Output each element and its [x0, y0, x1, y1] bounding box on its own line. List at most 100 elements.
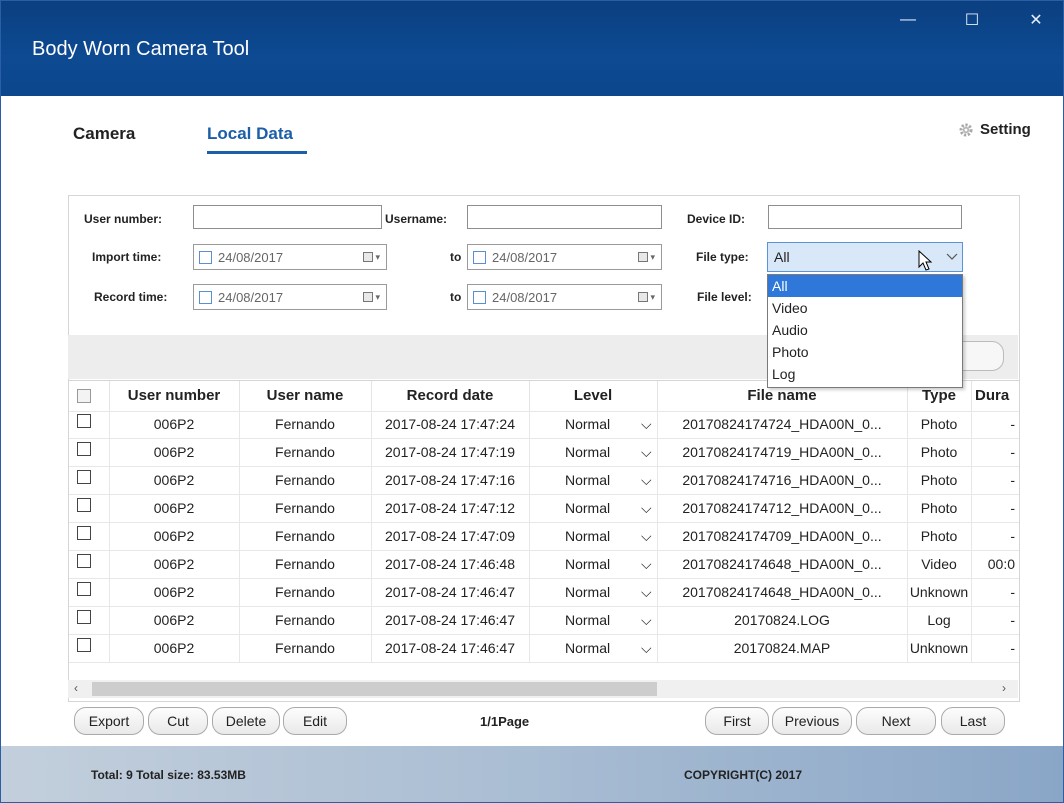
cell-date: 2017-08-24 17:46:47: [371, 579, 530, 606]
first-page-button[interactable]: First: [705, 707, 769, 735]
cell-dur: -: [1010, 612, 1015, 628]
tab-local-data[interactable]: Local Data: [207, 124, 293, 144]
scroll-left-icon[interactable]: ‹: [74, 681, 78, 695]
chevron-down-icon[interactable]: ⌵: [641, 551, 652, 578]
table-row[interactable]: 006P2 Fernando 2017-08-24 17:46:47 Normal ⌵ 2…: [69, 635, 1019, 663]
username-input[interactable]: [467, 205, 662, 229]
level-select[interactable]: Normal ⌵: [529, 411, 658, 438]
row-checkbox[interactable]: [77, 526, 91, 540]
calendar-icon[interactable]: ▾: [638, 292, 655, 303]
calendar-icon[interactable]: ▾: [638, 252, 655, 263]
col-duration[interactable]: Dura: [971, 381, 1019, 411]
tab-camera[interactable]: Camera: [73, 124, 135, 144]
scroll-right-icon[interactable]: ›: [1002, 681, 1006, 695]
calendar-icon[interactable]: ▾: [363, 252, 380, 263]
cell-date: 2017-08-24 17:46:47: [371, 635, 530, 662]
row-select-cell: [69, 635, 110, 662]
delete-button[interactable]: Delete: [212, 707, 280, 735]
record-to-checkbox[interactable]: [473, 290, 486, 304]
cell-dur: -: [1010, 416, 1015, 432]
file-type-option-video[interactable]: Video: [768, 297, 962, 319]
calendar-icon[interactable]: ▾: [363, 292, 380, 303]
level-select[interactable]: Normal ⌵: [529, 467, 658, 494]
file-type-option-audio[interactable]: Audio: [768, 319, 962, 341]
record-from-checkbox[interactable]: [199, 290, 212, 304]
file-type-option-photo[interactable]: Photo: [768, 341, 962, 363]
import-to-date[interactable]: 24/08/2017 ▾: [467, 244, 662, 270]
level-select[interactable]: Normal ⌵: [529, 607, 658, 634]
select-all-checkbox[interactable]: [77, 389, 91, 403]
row-checkbox[interactable]: [77, 554, 91, 568]
maximize-button[interactable]: ☐: [946, 0, 998, 40]
chevron-down-icon[interactable]: ⌵: [641, 635, 652, 662]
file-type-option-all[interactable]: All: [768, 275, 962, 297]
setting-button[interactable]: Setting: [958, 121, 1031, 138]
cell-name: Fernando: [239, 579, 372, 606]
table-row[interactable]: 006P2 Fernando 2017-08-24 17:47:16 Normal ⌵ 2…: [69, 467, 1019, 495]
chevron-down-icon[interactable]: ⌵: [641, 439, 652, 466]
import-to-checkbox[interactable]: [473, 250, 486, 264]
record-from-date[interactable]: 24/08/2017 ▾: [193, 284, 387, 310]
row-checkbox[interactable]: [77, 610, 91, 624]
table-row[interactable]: 006P2 Fernando 2017-08-24 17:47:12 Normal ⌵ 2…: [69, 495, 1019, 523]
cell-type: Photo: [907, 439, 972, 466]
cell-file: 20170824.MAP: [657, 635, 908, 662]
user-number-label: User number:: [84, 212, 163, 226]
user-number-input[interactable]: [193, 205, 382, 229]
level-select[interactable]: Normal ⌵: [529, 579, 658, 606]
col-user-number[interactable]: User number: [109, 381, 240, 411]
import-time-label: Import time:: [92, 250, 162, 264]
previous-page-button[interactable]: Previous: [772, 707, 852, 735]
level-select[interactable]: Normal ⌵: [529, 635, 658, 662]
import-from-checkbox[interactable]: [199, 250, 212, 264]
close-button[interactable]: ✕: [1010, 0, 1062, 40]
minimize-button[interactable]: —: [882, 0, 934, 40]
last-page-button[interactable]: Last: [941, 707, 1005, 735]
table-row[interactable]: 006P2 Fernando 2017-08-24 17:46:48 Normal ⌵ 2…: [69, 551, 1019, 579]
row-checkbox[interactable]: [77, 498, 91, 512]
gear-icon: [959, 123, 973, 136]
chevron-down-icon[interactable]: ⌵: [641, 495, 652, 522]
level-select[interactable]: Normal ⌵: [529, 495, 658, 522]
col-user-name[interactable]: User name: [239, 381, 372, 411]
level-select[interactable]: Normal ⌵: [529, 551, 658, 578]
level-select[interactable]: Normal ⌵: [529, 439, 658, 466]
cut-button[interactable]: Cut: [148, 707, 208, 735]
table-row[interactable]: 006P2 Fernando 2017-08-24 17:47:24 Normal ⌵ 2…: [69, 411, 1019, 439]
chevron-down-icon[interactable]: ⌵: [641, 411, 652, 438]
row-checkbox[interactable]: [77, 582, 91, 596]
username-label: Username:: [385, 212, 448, 226]
file-type-option-log[interactable]: Log: [768, 363, 962, 385]
next-page-button[interactable]: Next: [856, 707, 936, 735]
export-button[interactable]: Export: [74, 707, 144, 735]
chevron-down-icon[interactable]: ⌵: [641, 607, 652, 634]
device-id-input[interactable]: [768, 205, 962, 229]
row-checkbox[interactable]: [77, 470, 91, 484]
cell-dur: -: [1010, 472, 1015, 488]
chevron-down-icon[interactable]: ⌵: [641, 523, 652, 550]
level-select[interactable]: Normal ⌵: [529, 523, 658, 550]
record-to-date[interactable]: 24/08/2017 ▾: [467, 284, 662, 310]
chevron-down-icon[interactable]: ⌵: [641, 579, 652, 606]
cell-file: 20170824.LOG: [657, 607, 908, 634]
cell-name: Fernando: [239, 467, 372, 494]
cell-dur: -: [1010, 528, 1015, 544]
cell-file: 20170824174719_HDA00N_0...: [657, 439, 908, 466]
table-row[interactable]: 006P2 Fernando 2017-08-24 17:46:47 Normal ⌵ 2…: [69, 607, 1019, 635]
cell-user: 006P2: [109, 495, 240, 522]
chevron-down-icon[interactable]: ⌵: [641, 467, 652, 494]
table-row[interactable]: 006P2 Fernando 2017-08-24 17:46:47 Normal ⌵ 2…: [69, 579, 1019, 607]
scrollbar-thumb[interactable]: [92, 682, 657, 696]
row-checkbox[interactable]: [77, 442, 91, 456]
import-from-date[interactable]: 24/08/2017 ▾: [193, 244, 387, 270]
col-level[interactable]: Level: [529, 381, 658, 411]
edit-button[interactable]: Edit: [283, 707, 347, 735]
col-record-date[interactable]: Record date: [371, 381, 530, 411]
row-checkbox[interactable]: [77, 414, 91, 428]
cell-dur: -: [1010, 444, 1015, 460]
table-row[interactable]: 006P2 Fernando 2017-08-24 17:47:09 Normal ⌵ 2…: [69, 523, 1019, 551]
import-to-label: to: [450, 250, 462, 264]
cell-user: 006P2: [109, 411, 240, 438]
table-row[interactable]: 006P2 Fernando 2017-08-24 17:47:19 Normal ⌵ 2…: [69, 439, 1019, 467]
row-checkbox[interactable]: [77, 638, 91, 652]
